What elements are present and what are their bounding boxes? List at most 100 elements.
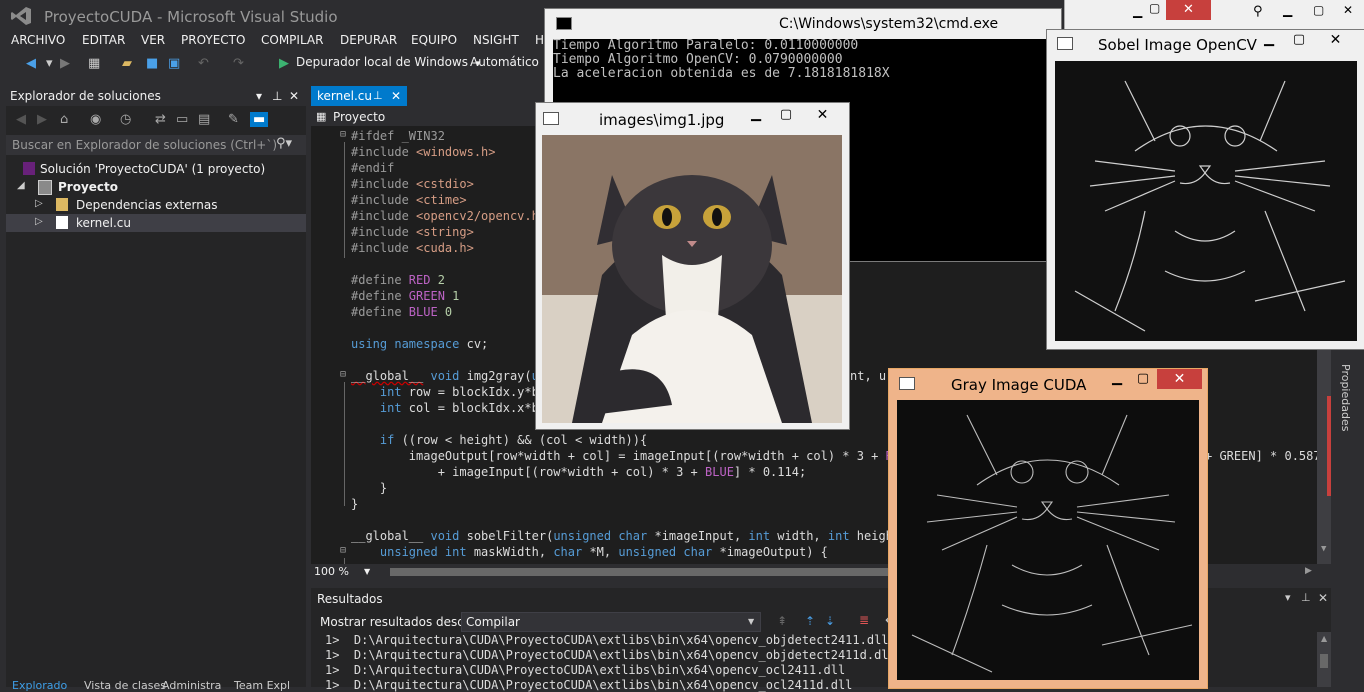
clear-all-icon[interactable]: ≣	[859, 613, 869, 627]
minimize-icon[interactable]: ▁	[1255, 30, 1283, 50]
fold-toggle-icon[interactable]: ⊟	[340, 545, 346, 556]
tree-item-kernel[interactable]: ▷ kernel.cu	[6, 214, 306, 232]
debugger-selector[interactable]: Depurador local de Windows ▾	[296, 55, 480, 74]
console-line: Tiempo Algoritmo Paralelo: 0.0110000000	[553, 39, 859, 53]
back-icon[interactable]: ◀	[16, 112, 26, 127]
tab-explorer[interactable]: Explorado	[12, 679, 67, 692]
back-icon[interactable]: ◀	[26, 56, 36, 71]
redo-icon[interactable]: ↷	[233, 56, 244, 71]
properties-icon[interactable]: ✎	[228, 112, 239, 127]
output-line: 1> D:\Arquitectura\CUDA\ProyectoCUDA\ext…	[325, 663, 846, 677]
close-tab-icon[interactable]: ✕	[391, 89, 401, 103]
collapsed-arrow-icon[interactable]: ▷	[35, 198, 43, 209]
save-all-icon[interactable]: ▣	[168, 56, 180, 71]
tree-item-solution[interactable]: Solución 'ProyectoCUDA' (1 proyecto)	[6, 160, 306, 178]
go-next-icon[interactable]: ⇣	[825, 614, 835, 628]
show-all-files-icon[interactable]: ▤	[198, 112, 210, 127]
tab-team-explorer[interactable]: Team Expl	[234, 679, 290, 692]
pin-icon[interactable]: ⊥	[272, 89, 282, 103]
scroll-thumb[interactable]	[390, 568, 890, 576]
minimize-icon[interactable]: ▁	[1133, 4, 1142, 18]
start-debug-icon[interactable]: ▶	[279, 56, 289, 71]
tab-kernel-cu[interactable]: kernel.cu ⊥ ✕	[311, 86, 407, 106]
sync-icon[interactable]: ◉	[90, 112, 101, 127]
forward-icon[interactable]: ▶	[37, 112, 47, 127]
collapse-all-icon[interactable]: ▭	[176, 112, 188, 127]
new-project-icon[interactable]: ▦	[88, 56, 100, 71]
fold-toggle-icon[interactable]: ⊟	[340, 369, 346, 380]
menu-h[interactable]: H	[535, 33, 544, 47]
menu-equipo[interactable]: EQUIPO	[411, 33, 457, 47]
output-scrollbar[interactable]: ▲	[1317, 632, 1331, 687]
close-icon[interactable]: ✕	[800, 105, 845, 125]
menu-archivo[interactable]: ARCHIVO	[11, 33, 65, 47]
pane-dropdown-icon[interactable]: ▾	[256, 89, 262, 103]
config-selector[interactable]: Automático	[470, 55, 539, 74]
zoom-selector[interactable]: 100 % ▼	[314, 565, 371, 579]
code-line: #include <string>	[351, 225, 474, 239]
forward-icon[interactable]: ▶	[60, 56, 70, 71]
maximize-icon[interactable]: ▢	[1149, 1, 1160, 15]
history-icon[interactable]: ◷	[120, 112, 131, 127]
restore-icon[interactable]: ▢	[1313, 3, 1324, 17]
pin-icon[interactable]: ⊥	[1301, 591, 1311, 604]
tree-item-project[interactable]: ◢ Proyecto	[6, 178, 306, 196]
open-file-icon[interactable]: ▰	[122, 56, 132, 71]
pin-icon[interactable]: ⊥	[373, 89, 383, 102]
close-icon[interactable]: ✕	[1313, 30, 1358, 50]
tree-item-label: Proyecto	[58, 180, 119, 194]
close-icon[interactable]: ✕	[1318, 591, 1328, 605]
search-icon[interactable]: ⚲	[1253, 4, 1263, 19]
minimize-icon[interactable]: ▁	[1283, 3, 1292, 17]
preview-icon[interactable]: ▬	[250, 112, 269, 127]
file-icon	[56, 216, 68, 229]
code-line: #include <ctime>	[351, 193, 467, 207]
maximize-icon[interactable]: ▢	[772, 105, 800, 125]
minimize-icon[interactable]: ▁	[742, 105, 770, 125]
menu-proyecto[interactable]: PROYECTO	[181, 33, 245, 47]
menu-ver[interactable]: VER	[141, 33, 165, 47]
solution-explorer-toolbar: ◀ ▶ ⌂ ◉ ◷ ⇄ ▭ ▤ ✎ ▬	[6, 108, 306, 134]
close-icon[interactable]: ✕	[1343, 3, 1353, 17]
debugger-label: Depurador local de Windows	[296, 55, 468, 69]
back-dropdown-icon[interactable]: ▾	[46, 56, 53, 71]
menu-editar[interactable]: EDITAR	[82, 33, 125, 47]
pane-dropdown-icon[interactable]: ▾	[1285, 591, 1291, 604]
menu-nsight[interactable]: NSIGHT	[473, 33, 519, 47]
go-previous-icon[interactable]: ⇡	[805, 614, 815, 628]
minimize-icon[interactable]: ▁	[1103, 369, 1131, 389]
visual-studio-logo-icon	[10, 6, 32, 26]
collapsed-arrow-icon[interactable]: ▷	[35, 216, 43, 227]
tree-item-dependencies[interactable]: ▷ Dependencias externas	[6, 196, 306, 214]
menu-depurar[interactable]: DEPURAR	[340, 33, 397, 47]
expanded-arrow-icon[interactable]: ◢	[17, 180, 25, 191]
solution-explorer-header: Explorador de soluciones ▾ ⊥ ✕	[6, 86, 306, 106]
nav-scope: Proyecto	[333, 110, 386, 124]
close-icon[interactable]: ✕	[1166, 0, 1211, 20]
close-icon[interactable]: ✕	[289, 89, 299, 103]
undo-icon[interactable]: ↶	[198, 56, 209, 71]
code-line: int row = blockIdx.y*b	[351, 385, 539, 399]
tree-item-label: Dependencias externas	[76, 198, 218, 212]
code-line: #include <cstdio>	[351, 177, 474, 191]
close-icon[interactable]: ✕	[1157, 369, 1202, 389]
maximize-icon[interactable]: ▢	[1285, 30, 1313, 50]
scroll-right-icon[interactable]: ▶	[1305, 566, 1312, 576]
right-tool-strip: Propiedades	[1333, 340, 1364, 687]
home-icon[interactable]: ⌂	[60, 112, 68, 127]
tab-properties[interactable]: Propiedades	[1339, 364, 1352, 431]
solution-search-box[interactable]: Buscar en Explorador de soluciones (Ctrl…	[6, 135, 306, 155]
output-source-select[interactable]: Compilar ▼	[461, 612, 761, 632]
menu-compilar[interactable]: COMPILAR	[261, 33, 323, 47]
scroll-down-icon[interactable]: ▼	[1321, 544, 1326, 554]
save-icon[interactable]: ■	[146, 56, 158, 71]
tab-class-view[interactable]: Vista de clases	[84, 679, 166, 692]
fold-toggle-icon[interactable]: ⊟	[340, 129, 346, 140]
console-line: La aceleracion obtenida es de 7.18181818…	[553, 66, 890, 81]
scroll-thumb[interactable]	[1320, 654, 1328, 668]
refresh-icon[interactable]: ⇄	[155, 112, 166, 127]
tab-admin[interactable]: Administra	[162, 679, 221, 692]
scroll-up-icon[interactable]: ▲	[1321, 634, 1327, 643]
maximize-icon[interactable]: ▢	[1129, 369, 1157, 389]
find-message-icon[interactable]: ⇞	[777, 614, 787, 628]
